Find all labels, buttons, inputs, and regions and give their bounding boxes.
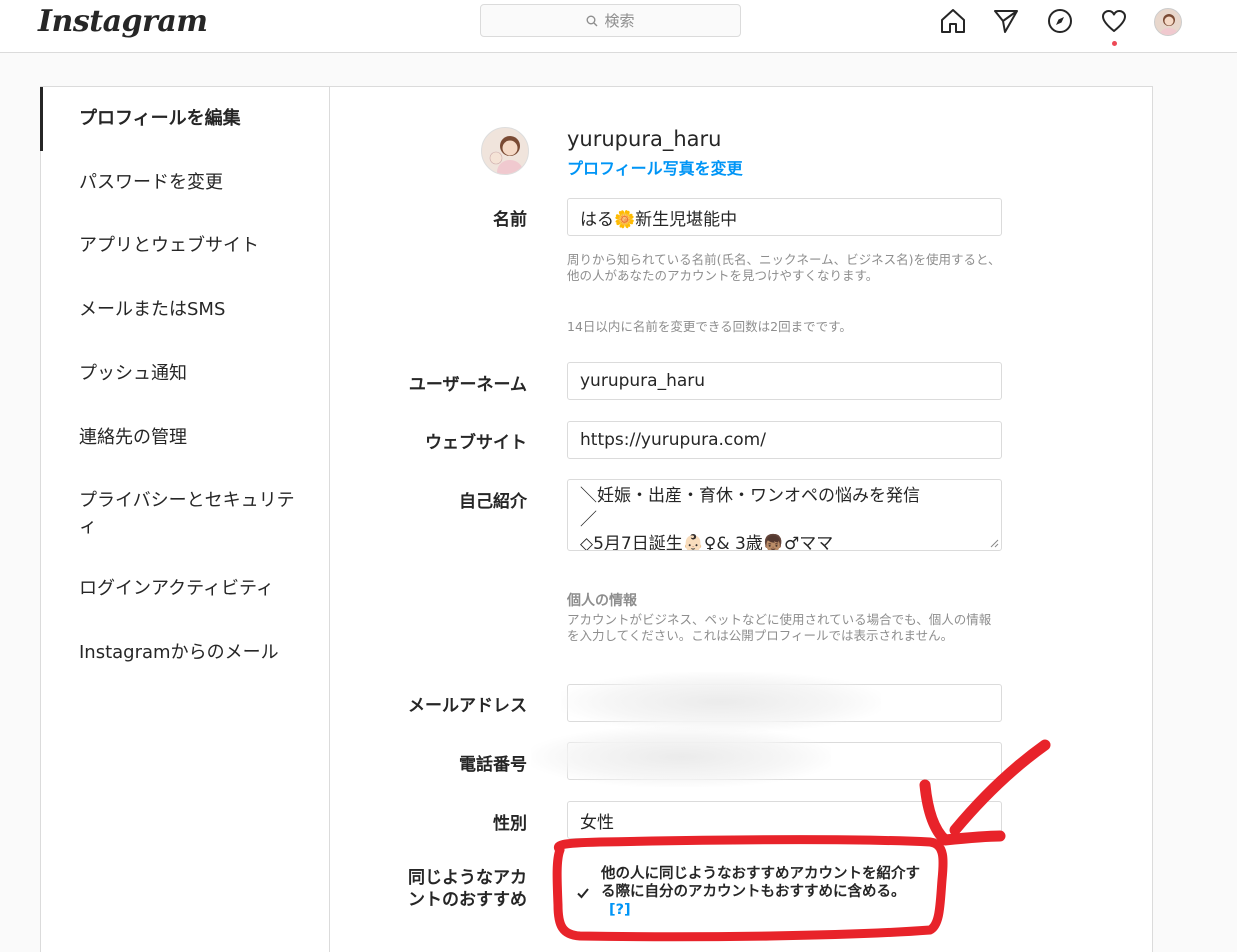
similar-accounts-text: 他の人に同じようなおすすめアカウントを紹介する際に自分のアカウントもおすすめに含… [601, 865, 921, 919]
bio-line-1: ＼妊娠・出産・育休・ワンオペの悩みを発信 [580, 486, 920, 506]
username-label: ユーザーネーム [408, 375, 527, 395]
personal-info-help: アカウントがビジネス、ペットなどに使用されている場合でも、個人の情報を入力してく… [567, 612, 992, 643]
settings-card: プロフィールを編集 パスワードを変更 アプリとウェブサイト メールまたはSMS … [40, 86, 1153, 952]
blur-mask-phone [531, 727, 831, 787]
instagram-logo[interactable]: Instagram [38, 4, 208, 39]
change-profile-photo-link[interactable]: プロフィール写真を変更 [567, 155, 743, 179]
name-limit-text: 14日以内に名前を変更できる回数は2回までです。 [567, 319, 852, 334]
bio-label: 自己紹介 [459, 492, 527, 512]
top-nav: Instagram 検索 [0, 0, 1237, 53]
name-label: 名前 [493, 210, 527, 230]
bio-line-3: ◇5月7日誕生👶🏻♀& 3歳👦🏽♂ママ [580, 534, 834, 551]
personal-info-title: 個人の情報 [567, 593, 637, 609]
similar-label-line-2: ントのおすすめ [408, 890, 527, 910]
bio-line-2: ／ [580, 510, 597, 530]
similar-accounts-checkbox[interactable] [574, 884, 592, 902]
heart-activity-icon[interactable] [1099, 6, 1129, 36]
similar-accounts-label: 同じようなアカ ントのおすすめ [327, 867, 527, 911]
settings-sidebar: プロフィールを編集 パスワードを変更 アプリとウェブサイト メールまたはSMS … [40, 87, 330, 952]
sidebar-item-change-password[interactable]: パスワードを変更 [79, 170, 223, 196]
phone-label: 電話番号 [459, 755, 527, 775]
resize-handle-icon[interactable] [990, 539, 999, 548]
website-field[interactable]: https://yurupura.com/ [567, 421, 1002, 459]
sidebar-item-edit-profile[interactable]: プロフィールを編集 [79, 106, 241, 132]
email-label: メールアドレス [408, 696, 527, 716]
sidebar-item-push-notifications[interactable]: プッシュ通知 [79, 361, 187, 387]
username-field[interactable]: yurupura_haru [567, 362, 1002, 400]
gender-field[interactable]: 女性 [567, 801, 1002, 839]
profile-avatar[interactable] [481, 127, 529, 175]
name-help-text: 周りから知られている名前(氏名、ニックネーム、ビジネス名)を使用すると、他の人が… [567, 252, 1001, 283]
home-icon[interactable] [938, 6, 968, 36]
sidebar-item-login-activity[interactable]: ログインアクティビティ [79, 576, 274, 602]
name-field[interactable]: はる🌼新生児堪能中 [567, 198, 1002, 236]
similar-label-line-1: 同じようなアカ [408, 868, 527, 888]
nav-avatar[interactable] [1154, 8, 1182, 36]
active-indicator [40, 87, 43, 151]
search-input[interactable]: 検索 [480, 4, 741, 37]
notification-dot [1112, 41, 1117, 46]
profile-username: yurupura_haru [567, 127, 722, 151]
sidebar-item-email-sms[interactable]: メールまたはSMS [79, 297, 225, 323]
checkmark-icon [577, 888, 589, 899]
sidebar-item-manage-contacts[interactable]: 連絡先の管理 [79, 425, 187, 451]
sidebar-item-privacy-security[interactable]: プライバシーとセキュリティ [79, 488, 304, 540]
similar-accounts-description: 他の人に同じようなおすすめアカウントを紹介する際に自分のアカウントもおすすめに含… [601, 866, 920, 900]
search-icon [586, 15, 598, 26]
direct-message-icon[interactable] [991, 6, 1021, 36]
sidebar-item-emails-from-instagram[interactable]: Instagramからのメール [79, 640, 279, 666]
search-placeholder: 検索 [604, 12, 635, 30]
sidebar-item-apps-websites[interactable]: アプリとウェブサイト [79, 233, 259, 259]
blur-mask-email [561, 672, 881, 732]
explore-compass-icon[interactable] [1045, 6, 1075, 36]
website-label: ウェブサイト [425, 433, 527, 453]
similar-accounts-help-link[interactable]: [?] [609, 902, 631, 918]
bio-textarea[interactable]: ＼妊娠・出産・育休・ワンオペの悩みを発信 ／ ◇5月7日誕生👶🏻♀& 3歳👦🏽♂… [567, 479, 1002, 551]
gender-label: 性別 [493, 814, 527, 834]
